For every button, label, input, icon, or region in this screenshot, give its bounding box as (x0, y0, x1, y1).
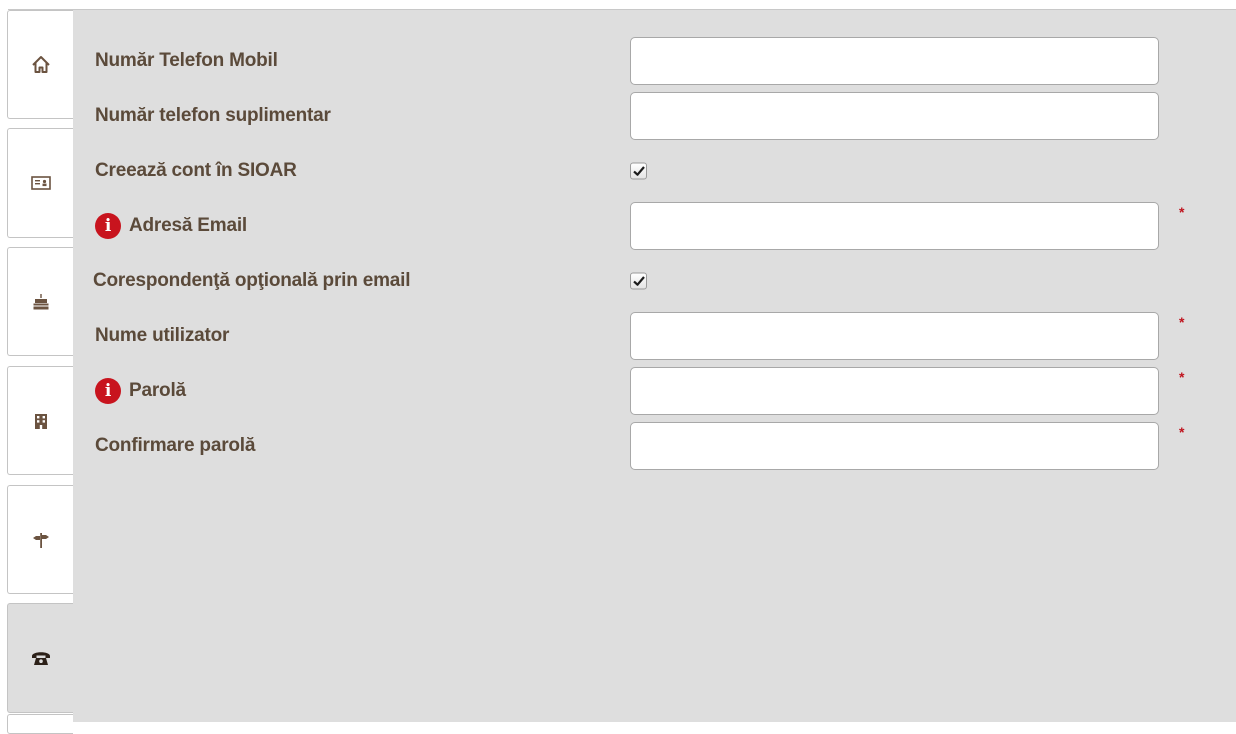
required-mark: * (1179, 369, 1185, 385)
row-create-account: Creează cont în SIOAR (95, 147, 1236, 195)
password-label-group: i Parolă (95, 378, 186, 404)
tab-more[interactable] (7, 714, 73, 734)
password-label: Parolă (129, 380, 186, 401)
checkmark-icon (632, 276, 645, 286)
info-icon[interactable]: i (95, 213, 121, 239)
optional-email-label: Corespondenţă opţională prin email (93, 270, 411, 291)
row-mobile-phone: Număr Telefon Mobil (95, 37, 1236, 85)
username-input[interactable] (630, 312, 1159, 360)
row-username: Nume utilizator * (95, 312, 1236, 360)
tab-home[interactable] (7, 10, 73, 119)
signpost-icon (32, 532, 49, 548)
confirm-password-label: Confirmare parolă (95, 435, 256, 456)
tab-birth[interactable] (7, 247, 73, 356)
birthday-cake-icon (33, 293, 48, 309)
create-account-label: Creează cont în SIOAR (95, 160, 297, 181)
extra-phone-label: Număr telefon suplimentar (95, 105, 331, 126)
extra-phone-input[interactable] (630, 92, 1159, 140)
row-password: i Parolă * (95, 367, 1236, 415)
row-extra-phone: Număr telefon suplimentar (95, 92, 1236, 140)
row-email: i Adresă Email * (95, 202, 1236, 250)
email-input[interactable] (630, 202, 1159, 250)
tab-identity[interactable] (7, 128, 73, 238)
tab-address[interactable] (7, 485, 73, 594)
tab-contact[interactable] (7, 603, 74, 713)
required-mark: * (1179, 314, 1185, 330)
phone-icon (32, 652, 50, 665)
info-icon[interactable]: i (95, 378, 121, 404)
optional-email-checkbox[interactable] (630, 272, 647, 290)
id-card-icon (30, 176, 51, 190)
checkmark-icon (632, 166, 645, 176)
row-optional-email: Corespondenţă opţională prin email (93, 257, 1236, 305)
building-icon (34, 413, 47, 429)
mobile-phone-label: Număr Telefon Mobil (95, 50, 278, 71)
email-label-group: i Adresă Email (95, 213, 247, 239)
email-label: Adresă Email (129, 215, 247, 236)
username-label: Nume utilizator (95, 325, 230, 346)
create-account-checkbox[interactable] (630, 162, 647, 180)
password-input[interactable] (630, 367, 1159, 415)
required-mark: * (1179, 424, 1185, 440)
tab-workplace[interactable] (7, 366, 73, 475)
confirm-password-input[interactable] (630, 422, 1159, 470)
mobile-phone-input[interactable] (630, 37, 1159, 85)
sidebar-tabs (0, 0, 74, 734)
top-border (8, 0, 1236, 10)
home-icon (31, 55, 50, 73)
required-mark: * (1179, 204, 1185, 220)
row-confirm-password: Confirmare parolă * (95, 422, 1236, 470)
